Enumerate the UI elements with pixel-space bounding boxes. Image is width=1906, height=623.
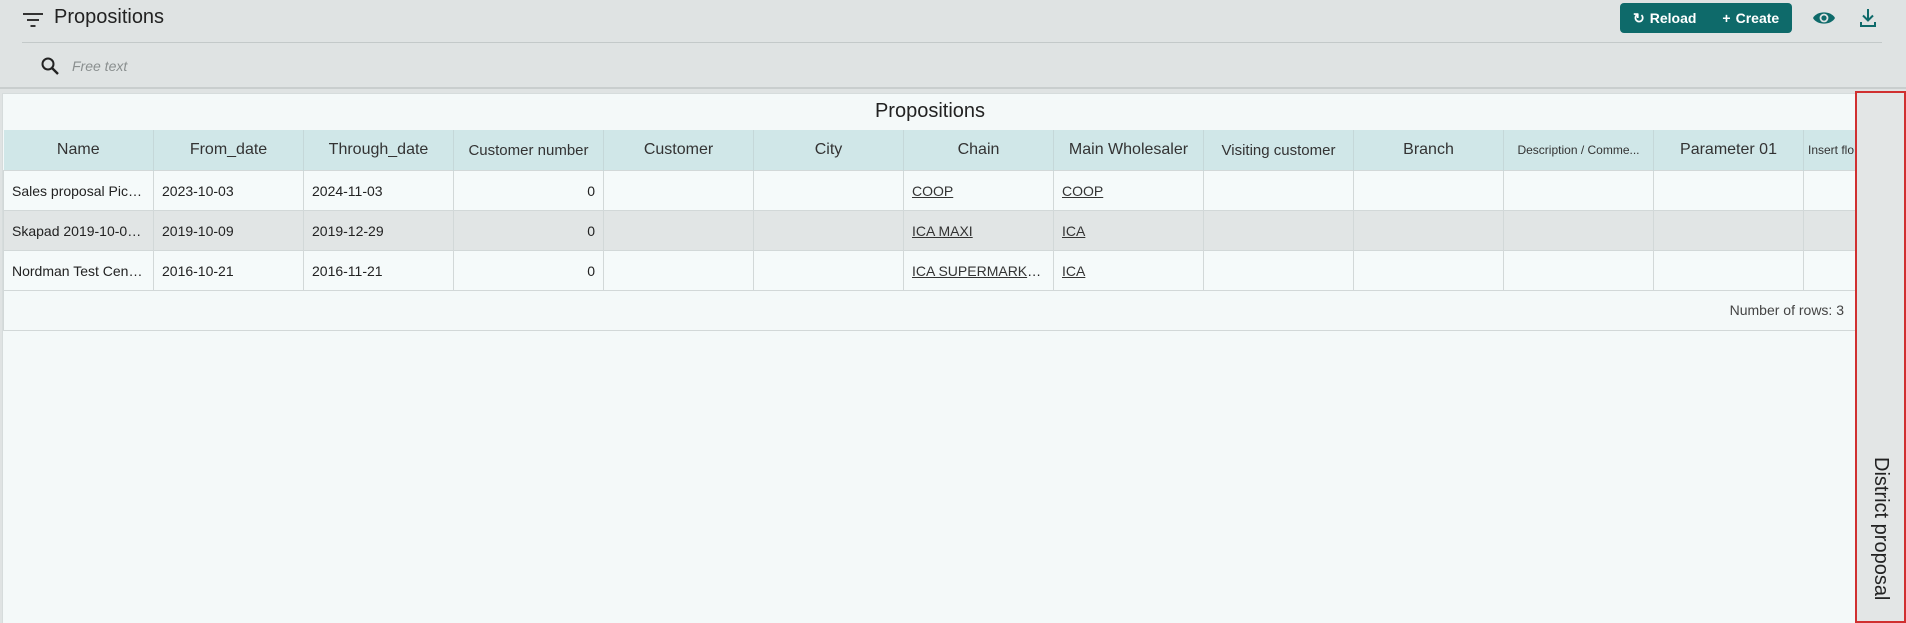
district-proposal-tab[interactable]: District proposal [1855,91,1906,623]
action-button-group: ↻ Reload + Create [1620,3,1793,33]
cell-through-date: 2019-12-29 [303,210,454,251]
cell-description [1503,170,1654,211]
cell-visiting-customer [1203,170,1354,211]
cell-main-wholesaler: ICA [1053,210,1204,251]
page-title: Propositions [54,6,165,28]
cell-main-wholesaler: ICA [1053,250,1204,291]
cell-chain: ICA MAXI [903,210,1054,251]
cell-name: Sales proposal Pick & ... [3,170,154,211]
chain-link[interactable]: ICA SUPERMARKET [912,263,1045,279]
wholesaler-link[interactable]: ICA [1062,223,1085,239]
column-header-parameter-01[interactable]: Parameter 01 [1653,130,1804,171]
cell-from-date: 2023-10-03 [153,170,304,211]
cell-customer-number: 0 [453,250,604,291]
reload-button-label: Reload [1649,10,1697,26]
cell-branch [1353,250,1504,291]
create-button-label: Create [1735,10,1780,26]
cell-through-date: 2024-11-03 [303,170,454,211]
cell-customer-number: 0 [453,210,604,251]
search-icon [41,57,59,75]
chain-link[interactable]: COOP [912,183,953,199]
chain-link[interactable]: ICA MAXI [912,223,973,239]
cell-insert-flo [1803,250,1857,291]
cell-customer [603,210,754,251]
row-count: Number of rows: 3 [1729,302,1844,318]
column-header-visiting-customer[interactable]: Visiting customer [1203,130,1354,171]
plus-icon: + [1722,10,1731,26]
cell-description [1503,250,1654,291]
cell-customer [603,250,754,291]
table-row[interactable]: Skapad 2019-10-09 16:... 2019-10-09 2019… [3,210,1857,251]
table-row[interactable]: Sales proposal Pick & ... 2023-10-03 202… [3,170,1857,211]
cell-chain: ICA SUPERMARKET [903,250,1054,291]
cell-description [1503,210,1654,251]
cell-main-wholesaler: COOP [1053,170,1204,211]
column-header-description[interactable]: Description / Comme... [1503,130,1654,171]
cell-visiting-customer [1203,250,1354,291]
cell-city [753,250,904,291]
cell-from-date: 2016-10-21 [153,250,304,291]
header-divider [22,42,1882,43]
cell-insert-flo [1803,210,1857,251]
filter-icon[interactable] [22,11,44,29]
cell-from-date: 2019-10-09 [153,210,304,251]
cell-chain: COOP [903,170,1054,211]
cell-parameter-01 [1653,210,1804,251]
cell-through-date: 2016-11-21 [303,250,454,291]
column-header-customer[interactable]: Customer [603,130,754,171]
top-bar: Propositions ↻ Reload + Create [0,0,1906,88]
column-header-through-date[interactable]: Through_date [303,130,454,171]
cell-insert-flo [1803,170,1857,211]
column-header-branch[interactable]: Branch [1353,130,1504,171]
cell-parameter-01 [1653,250,1804,291]
cell-name: Nordman Test Centralt [3,250,154,291]
table-header-row: Name From_date Through_date Customer num… [3,130,1857,171]
column-header-city[interactable]: City [753,130,904,171]
download-icon[interactable] [1858,7,1878,29]
content-separator [0,87,1906,89]
cell-customer [603,170,754,211]
wholesaler-link[interactable]: COOP [1062,183,1103,199]
wholesaler-link[interactable]: ICA [1062,263,1085,279]
cell-visiting-customer [1203,210,1354,251]
cell-parameter-01 [1653,170,1804,211]
column-header-insert-flo[interactable]: Insert flo [1803,130,1857,171]
create-button[interactable]: + Create [1709,3,1792,33]
propositions-table: Name From_date Through_date Customer num… [3,130,1857,291]
search-input[interactable] [70,54,674,78]
cell-city [753,210,904,251]
column-header-chain[interactable]: Chain [903,130,1054,171]
cell-city [753,170,904,211]
propositions-panel: Propositions Name From_date Through_date… [2,93,1858,623]
column-header-name[interactable]: Name [3,130,154,171]
reload-icon: ↻ [1633,9,1645,26]
reload-button[interactable]: ↻ Reload [1620,3,1709,33]
cell-branch [1353,170,1504,211]
table-title: Propositions [874,100,986,122]
cell-branch [1353,210,1504,251]
cell-name: Skapad 2019-10-09 16:... [3,210,154,251]
column-header-from-date[interactable]: From_date [153,130,304,171]
table-row[interactable]: Nordman Test Centralt 2016-10-21 2016-11… [3,250,1857,291]
cell-customer-number: 0 [453,170,604,211]
eye-icon[interactable] [1812,8,1836,28]
column-header-main-wholesaler[interactable]: Main Wholesaler [1053,130,1204,171]
column-header-customer-number[interactable]: Customer number [453,130,604,171]
district-proposal-label: District proposal [1870,457,1892,601]
table-footer: Number of rows: 3 [3,290,1857,331]
